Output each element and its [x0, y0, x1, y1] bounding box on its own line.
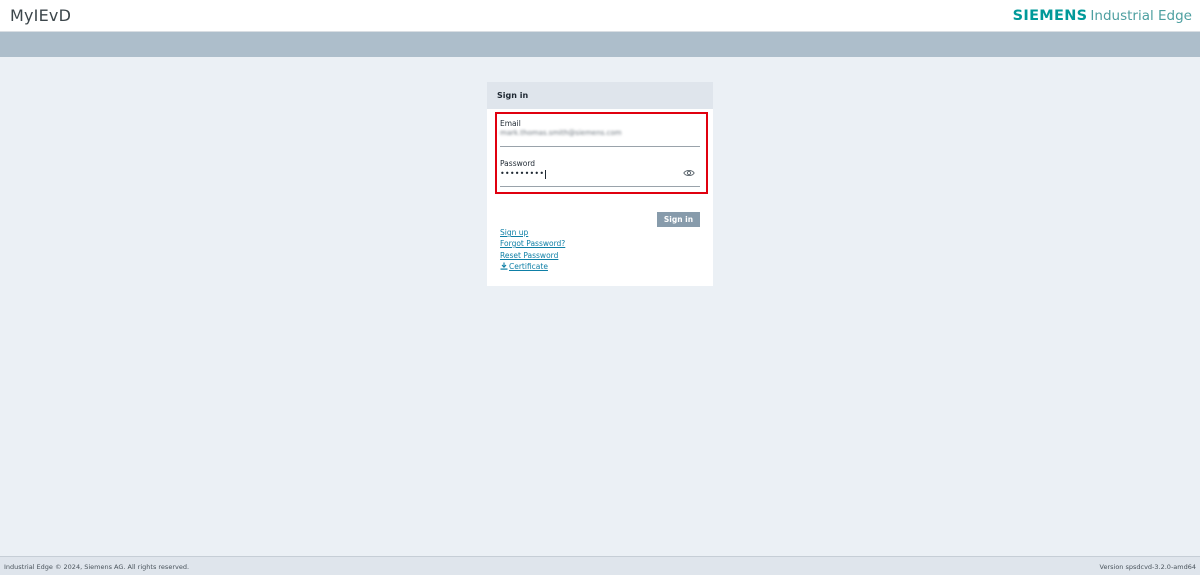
brand-logo: SIEMENS Industrial Edge: [1013, 8, 1192, 24]
signin-card-title: Sign in: [487, 82, 713, 109]
certificate-link[interactable]: Certificate: [500, 262, 548, 271]
forgot-password-link[interactable]: Forgot Password?: [500, 239, 565, 248]
text-caret: [545, 169, 547, 179]
password-field[interactable]: •••••••••: [500, 169, 547, 179]
signup-link[interactable]: Sign up: [500, 228, 528, 237]
app-title: MyIEvD: [10, 6, 72, 25]
brand-company: SIEMENS: [1012, 8, 1088, 24]
password-value: •••••••••: [500, 169, 545, 178]
email-label: Email: [500, 119, 521, 128]
signin-card: Sign in Email mark.thomas.smith@siemens.…: [487, 82, 713, 286]
email-field[interactable]: mark.thomas.smith@siemens.com: [500, 129, 622, 137]
footer: Industrial Edge © 2024, Siemens AG. All …: [0, 556, 1200, 575]
download-icon: [500, 262, 508, 270]
footer-version: Version spsdcvd-3.2.0-amd64: [1099, 563, 1196, 571]
certificate-label: Certificate: [509, 262, 548, 271]
signin-button[interactable]: Sign in: [657, 212, 700, 227]
brand-product: Industrial Edge: [1090, 8, 1192, 24]
eye-icon[interactable]: [683, 168, 695, 178]
email-underline: [500, 146, 700, 147]
footer-copyright: Industrial Edge © 2024, Siemens AG. All …: [4, 563, 190, 571]
sub-header-bar: [0, 32, 1200, 57]
password-underline: [500, 186, 700, 187]
password-label: Password: [500, 159, 536, 168]
reset-password-link[interactable]: Reset Password: [500, 251, 558, 260]
credentials-highlight: [495, 112, 708, 194]
top-bar: MyIEvD SIEMENS Industrial Edge: [0, 0, 1200, 32]
